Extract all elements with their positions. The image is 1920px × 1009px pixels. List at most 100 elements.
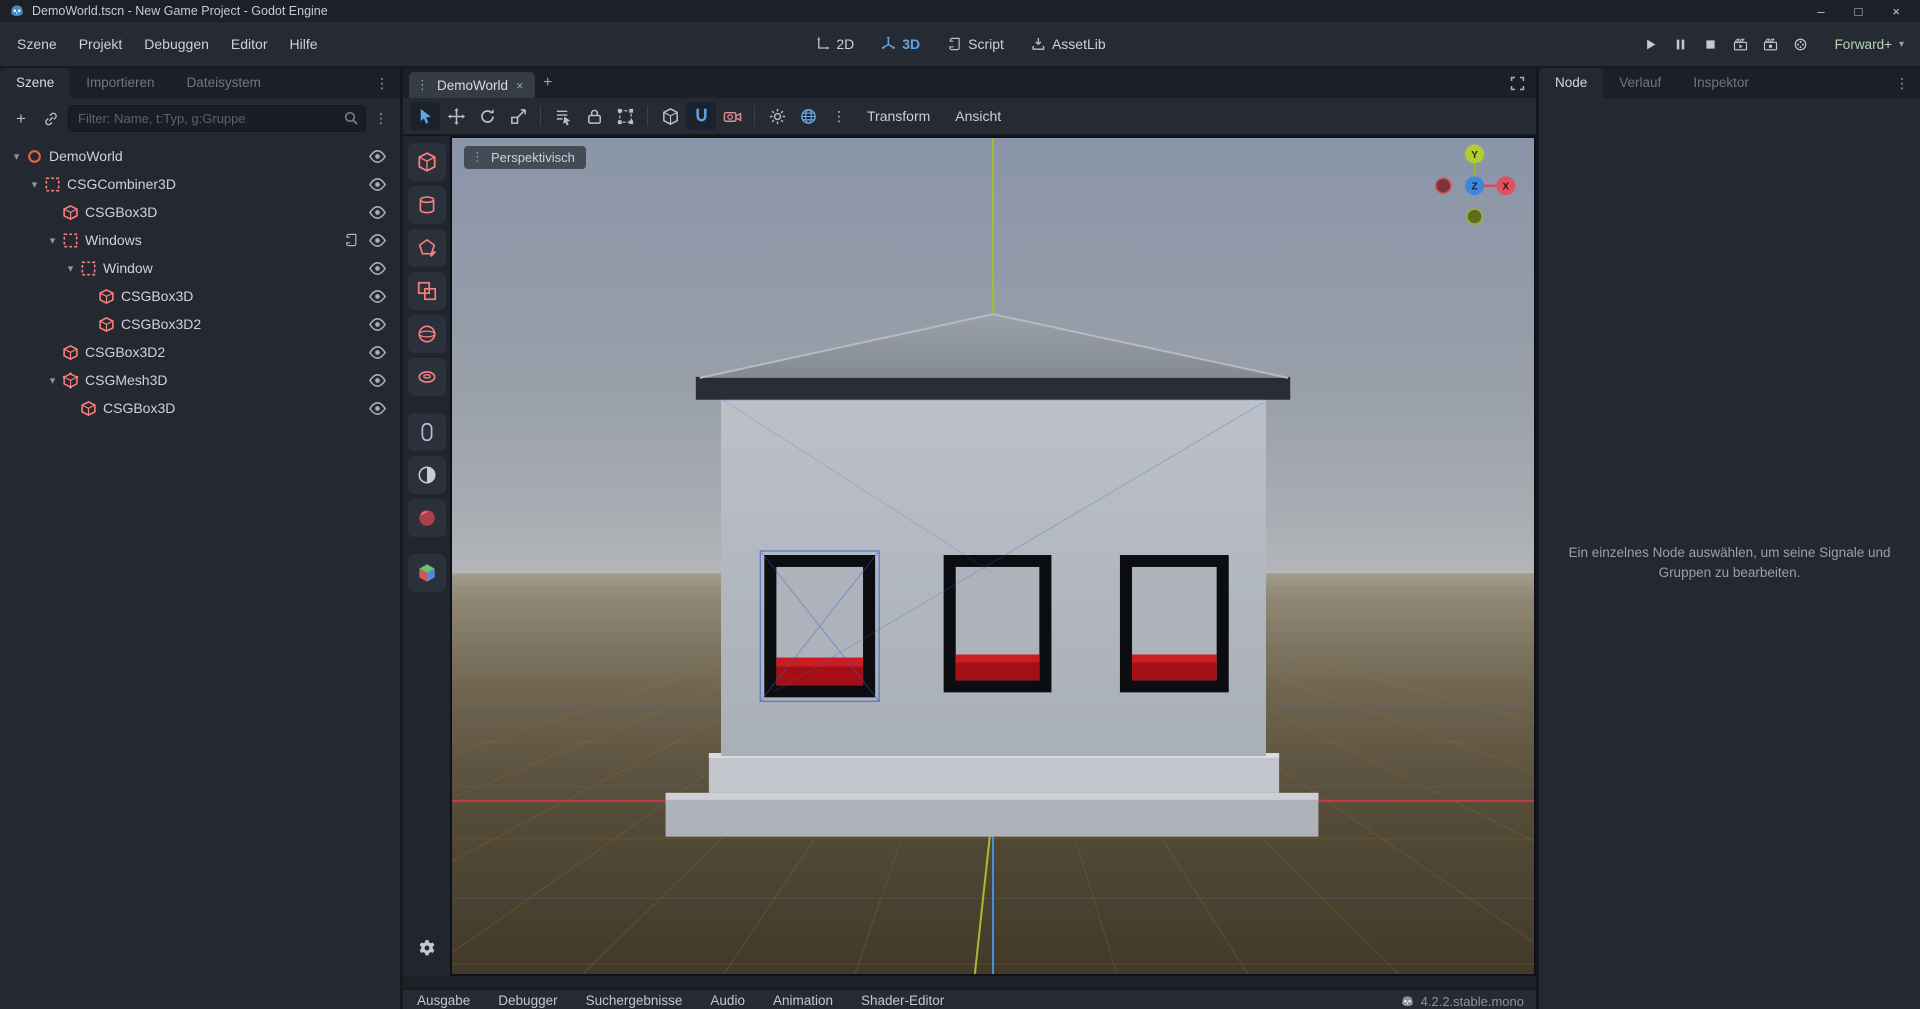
- visibility-eye-icon[interactable]: [368, 287, 387, 306]
- mode-script-button[interactable]: Script: [938, 31, 1012, 57]
- ansicht-menu[interactable]: Ansicht: [943, 108, 1013, 124]
- camera-override-button[interactable]: [717, 102, 747, 130]
- tab-node[interactable]: Node: [1539, 68, 1603, 98]
- tab-dateisystem[interactable]: Dateisystem: [171, 68, 277, 98]
- movie-maker-button[interactable]: [1787, 32, 1814, 56]
- menu-hilfe[interactable]: Hilfe: [278, 31, 328, 57]
- csg-sphere-tool-button[interactable]: [408, 315, 446, 353]
- csg-torus-tool-button[interactable]: [408, 358, 446, 396]
- visibility-eye-icon[interactable]: [368, 231, 387, 250]
- visibility-eye-icon[interactable]: [368, 147, 387, 166]
- version-label: 4.2.2.stable.mono: [1421, 994, 1524, 1009]
- sun-env-menu-button[interactable]: ⋮: [824, 102, 854, 130]
- perspective-menu-button[interactable]: ⋮ Perspektivisch: [464, 146, 586, 169]
- sun-settings-button[interactable]: [762, 102, 792, 130]
- csg-polygon-tool-button[interactable]: [408, 229, 446, 267]
- strip-settings-button[interactable]: [408, 929, 446, 967]
- tab-importieren[interactable]: Importieren: [70, 68, 170, 98]
- new-scene-tab-button[interactable]: +: [535, 70, 561, 96]
- close-button[interactable]: ×: [1892, 4, 1900, 19]
- scale-tool-button[interactable]: [503, 102, 533, 130]
- environment-settings-button[interactable]: [793, 102, 823, 130]
- mode-2d-button[interactable]: 2D: [806, 31, 862, 57]
- expand-viewport-button[interactable]: [1504, 70, 1530, 96]
- expand-arrow-icon[interactable]: ▾: [8, 150, 25, 163]
- list-select-button[interactable]: [548, 102, 578, 130]
- select-tool-button[interactable]: [410, 102, 440, 130]
- scene-tree: ▾ DemoWorld ▾ CSGCombiner3D CSGBox3D: [0, 139, 400, 1009]
- dock-menu-icon[interactable]: ⋮: [364, 75, 400, 92]
- close-tab-icon[interactable]: ×: [516, 78, 524, 93]
- menu-projekt[interactable]: Projekt: [68, 31, 134, 57]
- tree-row-csgmesh3d[interactable]: ▾ CSGMesh3D: [0, 366, 400, 394]
- menu-editor[interactable]: Editor: [220, 31, 279, 57]
- bottom-tab-animation[interactable]: Animation: [759, 993, 847, 1009]
- bottom-tab-debugger[interactable]: Debugger: [484, 993, 571, 1009]
- mode-assetlib-button[interactable]: AssetLib: [1022, 31, 1114, 57]
- move-tool-button[interactable]: [441, 102, 471, 130]
- tree-row-csgbox3d[interactable]: CSGBox3D: [0, 282, 400, 310]
- bottom-tab-audio[interactable]: Audio: [696, 993, 759, 1009]
- csg-combiner-tool-button[interactable]: [408, 272, 446, 310]
- expand-arrow-icon[interactable]: ▾: [26, 178, 43, 191]
- play-button[interactable]: [1637, 32, 1664, 56]
- script-icon[interactable]: [343, 232, 359, 248]
- half-circle-icon: [416, 464, 438, 486]
- maximize-button[interactable]: □: [1855, 4, 1863, 19]
- tree-row-windows[interactable]: ▾ Windows: [0, 226, 400, 254]
- csg-box-tool-button[interactable]: [408, 143, 446, 181]
- menu-szene[interactable]: Szene: [6, 31, 68, 57]
- lock-button[interactable]: [579, 102, 609, 130]
- bottom-tab-ausgabe[interactable]: Ausgabe: [415, 993, 484, 1009]
- transform-menu[interactable]: Transform: [855, 108, 942, 124]
- tab-inspektor[interactable]: Inspektor: [1677, 68, 1765, 98]
- visibility-eye-icon[interactable]: [368, 343, 387, 362]
- visibility-eye-icon[interactable]: [368, 203, 387, 222]
- tree-row-csgbox3d2[interactable]: CSGBox3D2: [0, 310, 400, 338]
- sphere-material-button[interactable]: [408, 499, 446, 537]
- pause-button[interactable]: [1667, 32, 1694, 56]
- gridmap-tool-button[interactable]: [408, 554, 446, 592]
- viewport-toolbar: ⋮ Transform Ansicht: [403, 98, 1536, 136]
- expand-arrow-icon[interactable]: ▾: [62, 262, 79, 275]
- tree-row-window[interactable]: ▾ Window: [0, 254, 400, 282]
- filter-input[interactable]: [68, 105, 366, 132]
- bottom-tab-suchergebnisse[interactable]: Suchergebnisse: [572, 993, 697, 1009]
- dock-menu-icon[interactable]: ⋮: [1884, 75, 1920, 92]
- group-button[interactable]: [610, 102, 640, 130]
- expand-arrow-icon[interactable]: ▾: [44, 234, 61, 247]
- menu-debuggen[interactable]: Debuggen: [133, 31, 220, 57]
- expand-arrow-icon[interactable]: ▾: [44, 374, 61, 387]
- mode-3d-button[interactable]: 3D: [872, 31, 928, 57]
- tree-row-csgbox3d2[interactable]: CSGBox3D2: [0, 338, 400, 366]
- local-space-button[interactable]: [655, 102, 685, 130]
- csg-cylinder-tool-button[interactable]: [408, 186, 446, 224]
- instance-scene-button[interactable]: [38, 106, 64, 132]
- tree-node-label: Window: [103, 260, 153, 276]
- play-scene-button[interactable]: [1727, 32, 1754, 56]
- tree-row-csgbox3d[interactable]: CSGBox3D: [0, 394, 400, 422]
- tree-row-csgcombiner3d[interactable]: ▾ CSGCombiner3D: [0, 170, 400, 198]
- tab-verlauf[interactable]: Verlauf: [1603, 68, 1677, 98]
- play-custom-scene-button[interactable]: [1757, 32, 1784, 56]
- visibility-eye-icon[interactable]: [368, 399, 387, 418]
- add-node-button[interactable]: +: [8, 106, 34, 132]
- visibility-eye-icon[interactable]: [368, 371, 387, 390]
- tree-row-demoworld[interactable]: ▾ DemoWorld: [0, 142, 400, 170]
- visibility-eye-icon[interactable]: [368, 175, 387, 194]
- contrast-tool-button[interactable]: [408, 456, 446, 494]
- snap-button[interactable]: [686, 102, 716, 130]
- tree-options-icon[interactable]: ⋮: [370, 110, 392, 127]
- visibility-eye-icon[interactable]: [368, 259, 387, 278]
- minimize-button[interactable]: –: [1817, 4, 1824, 19]
- tree-row-csgbox3d[interactable]: CSGBox3D: [0, 198, 400, 226]
- visibility-eye-icon[interactable]: [368, 315, 387, 334]
- capsule-tool-button[interactable]: [408, 413, 446, 451]
- tab-szene[interactable]: Szene: [0, 68, 70, 98]
- renderer-dropdown[interactable]: Forward+ ▾: [1835, 37, 1904, 52]
- 3d-viewport[interactable]: Y Z X ⋮ Perspektivisch: [450, 136, 1536, 976]
- rotate-tool-button[interactable]: [472, 102, 502, 130]
- stop-button[interactable]: [1697, 32, 1724, 56]
- scene-tab-demoworld[interactable]: ⋮ DemoWorld ×: [409, 72, 535, 98]
- bottom-tab-shader-editor[interactable]: Shader-Editor: [847, 993, 958, 1009]
